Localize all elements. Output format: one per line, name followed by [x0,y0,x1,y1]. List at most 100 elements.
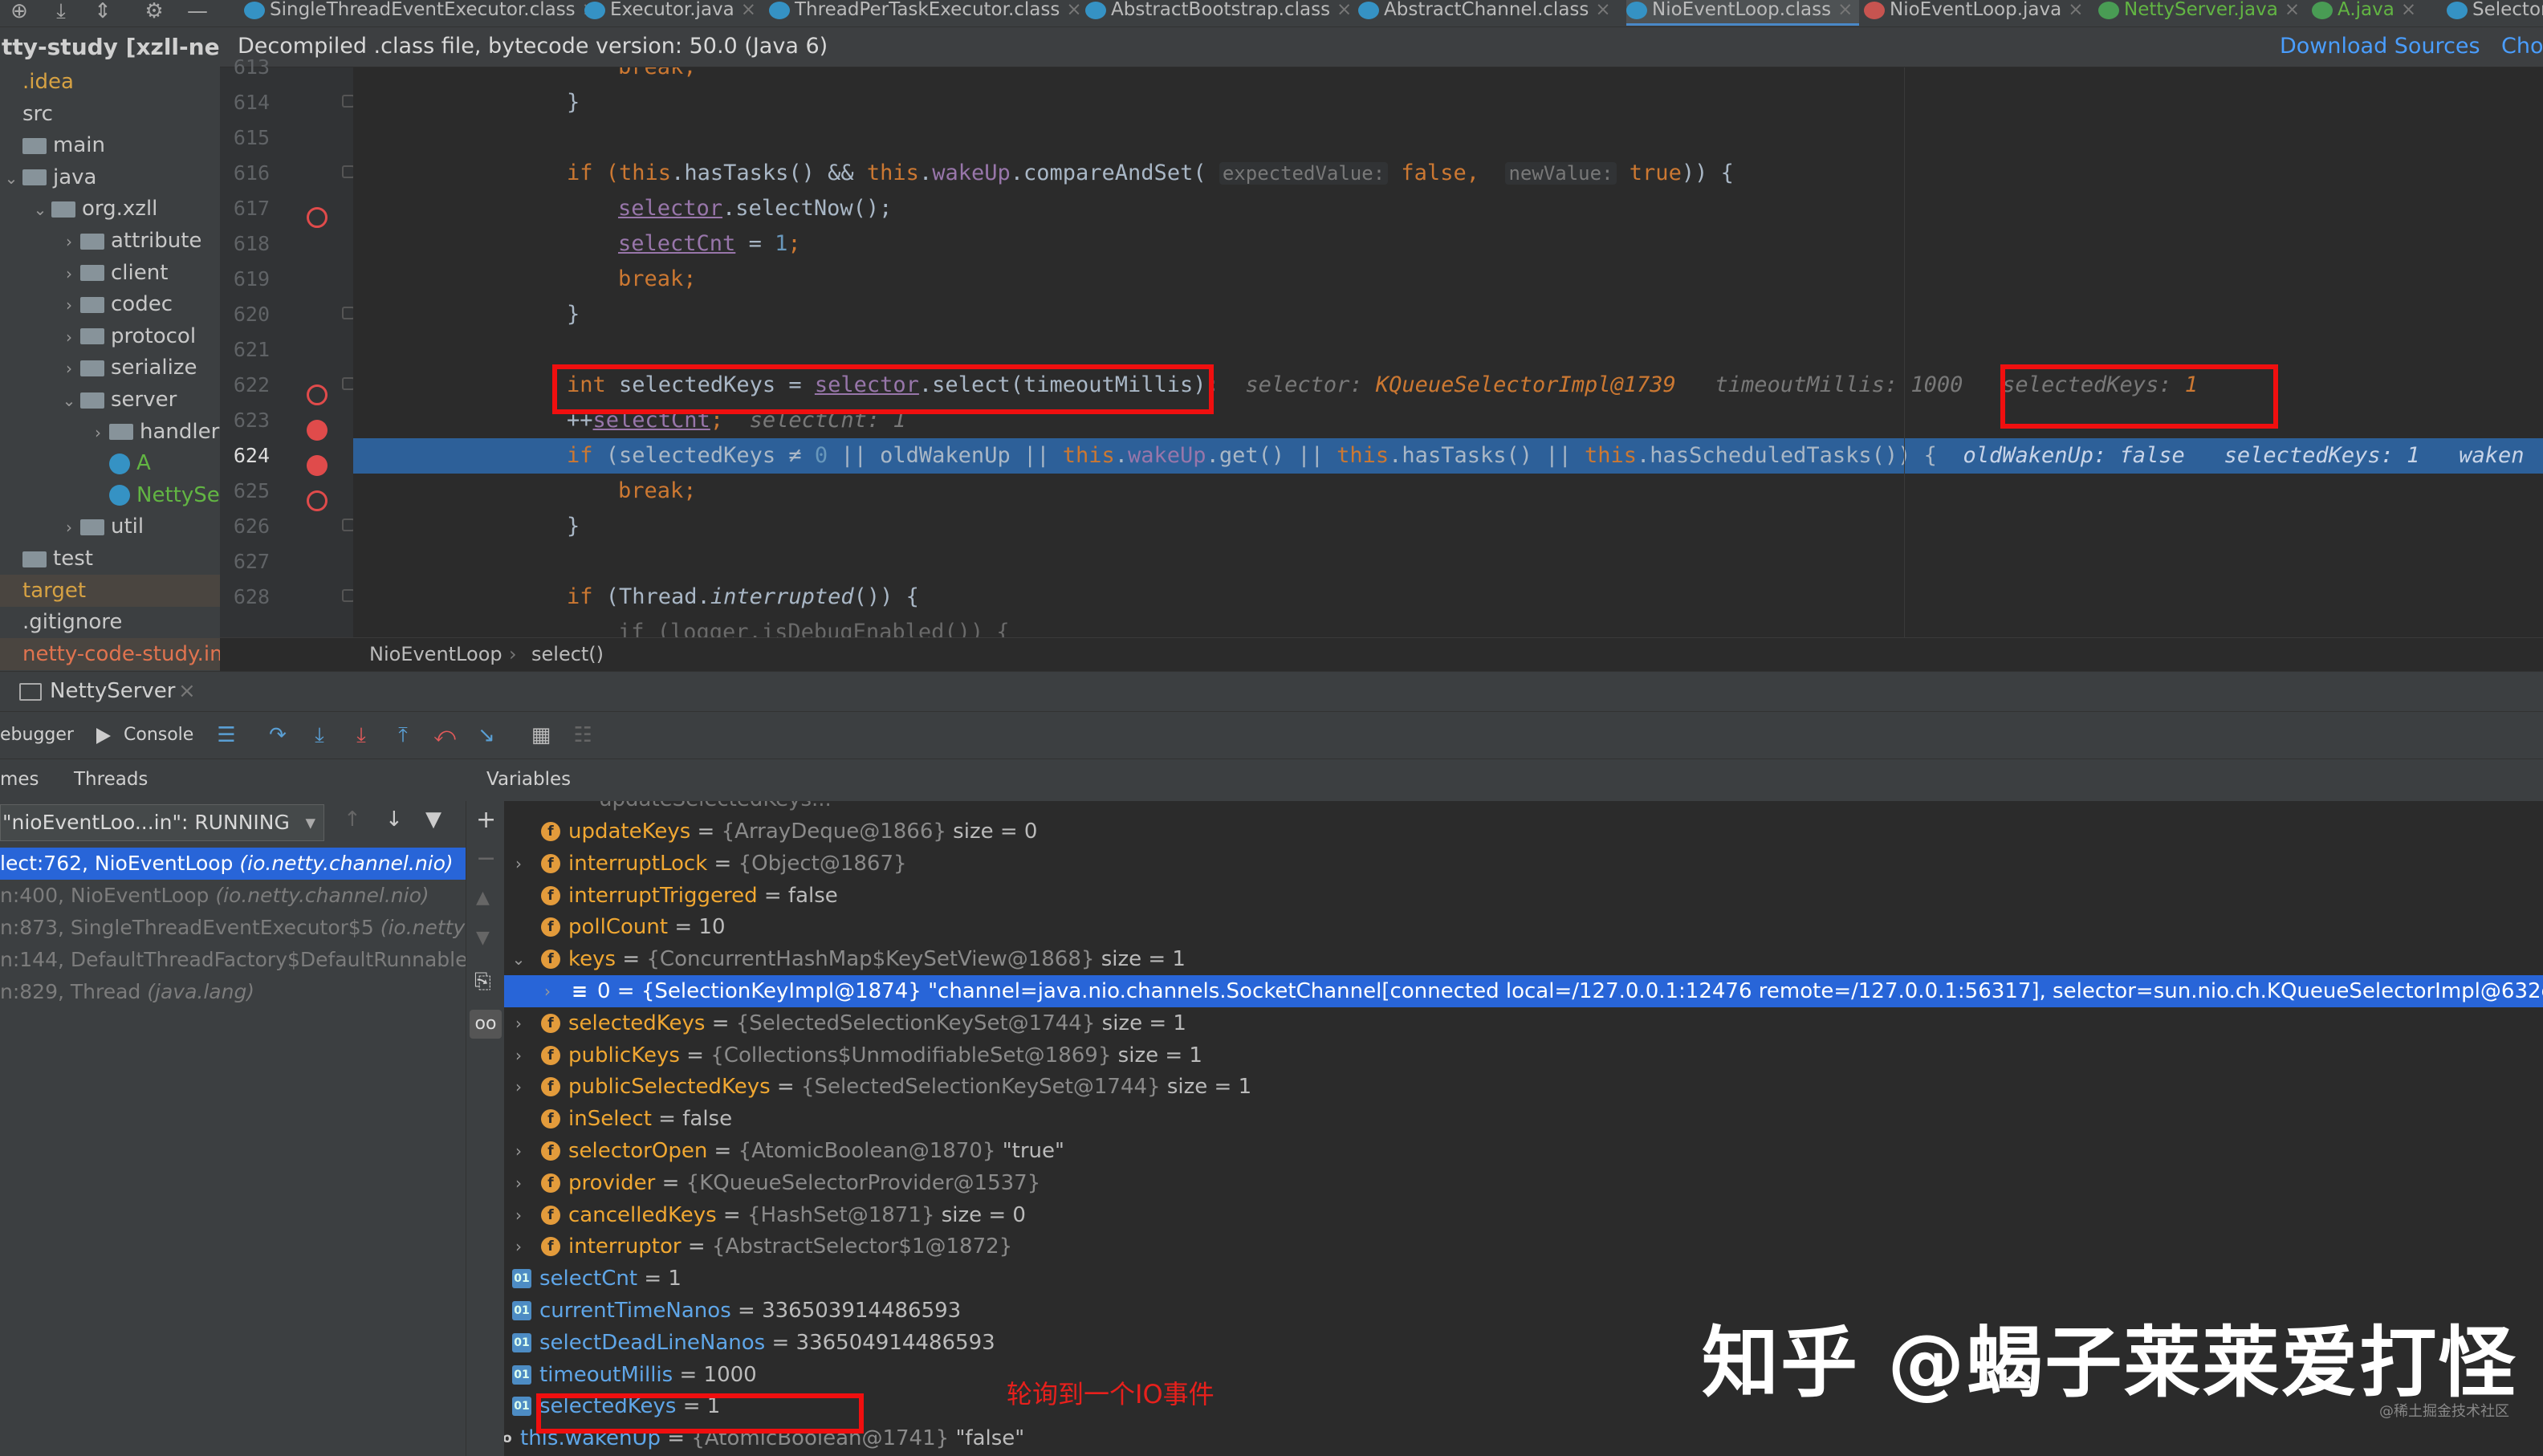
editor-tab[interactable]: ThreadPerTaskExecutor.class × [769,0,1082,26]
arrow-down-icon[interactable]: ↓ [385,807,403,832]
chevron-icon[interactable]: › [58,226,80,258]
expand-arrow-icon[interactable]: ⌄ [509,943,528,975]
breakpoint-icon[interactable] [307,384,328,405]
evaluate-expression-icon[interactable]: ▦ [528,723,554,749]
gear-icon[interactable]: ⚙ [138,0,170,26]
tree-item[interactable]: ⌄ server [0,384,220,416]
chevron-icon[interactable]: › [87,417,109,449]
close-icon[interactable]: × [1595,0,1610,20]
choose-sources-link[interactable]: Choo [2501,27,2543,66]
tree-item[interactable]: test [0,543,220,575]
variable-row[interactable]: › f publicKeys = {Collections$Unmodifiable… [504,1039,2543,1072]
variable-row[interactable]: › f publicSelectedKeys = {SelectedSelectio… [504,1071,2543,1103]
variable-row[interactable]: › f cancelledKeys = {HashSet@1871} size = … [504,1199,2543,1231]
editor-tab[interactable]: SingleThreadEventExecutor.class× [244,0,597,26]
variable-row[interactable]: f updateKeys = {ArrayDeque@1866} size = 0 [504,815,2543,848]
arrow-up-icon[interactable]: ↑ [344,807,361,832]
close-icon[interactable]: × [178,672,196,710]
expand-arrow-icon[interactable]: › [509,848,528,880]
chevron-icon[interactable]: › [58,289,80,321]
tab-variables[interactable]: Variables [486,769,571,790]
thread-select[interactable]: "nioEventLoo...in": RUNNING ▾ [0,804,324,841]
collapse-icon[interactable]: ⇕ [87,0,119,26]
tree-item[interactable]: main [0,129,220,161]
tree-item[interactable]: A [0,447,220,479]
project-tree[interactable]: .idea src main ⌄ java ⌄ org.xzll › attribute › cli… [0,67,220,671]
tree-item[interactable]: › client [0,257,220,289]
editor-tab[interactable]: NioEventLoop.java × [1864,0,2084,26]
run-to-cursor-icon[interactable]: ↘ [474,723,499,749]
editor-tab[interactable]: Selector [2447,0,2543,26]
tab-threads[interactable]: Threads [74,759,148,799]
close-icon[interactable]: × [741,0,756,20]
chevron-icon[interactable]: › [58,258,80,290]
tree-item[interactable]: src [0,98,220,130]
breadcrumb-class[interactable]: NioEventLoop [369,638,502,670]
tree-item[interactable]: › handler [0,416,220,448]
variable-row[interactable]: › f provider = {KQueueSelectorProvider@153… [504,1167,2543,1199]
tree-item[interactable]: ⌄ org.xzll [0,193,220,225]
close-icon[interactable]: × [2285,0,2300,20]
editor-tab[interactable]: NettyServer.java × [2098,0,2300,26]
breakpoint-icon[interactable] [307,490,328,511]
chevron-icon[interactable]: ⌄ [0,162,22,194]
tab-debugger[interactable]: ebugger [0,712,74,759]
move-up-icon[interactable]: ▲ [476,888,490,908]
breakpoint-icon[interactable] [307,207,328,228]
tree-item[interactable]: netty-code-study.iml [0,637,220,670]
tree-item[interactable]: › util [0,510,220,543]
close-icon[interactable]: × [1066,0,1081,20]
variable-row[interactable]: › f selectedKeys = {SelectedSelectionKeySe… [504,1007,2543,1039]
code-editor[interactable]: break; } if (this.hasTasks() && this.wak… [353,67,2543,637]
editor-tab[interactable]: A.java × [2312,0,2416,26]
stack-frame[interactable]: n:144, DefaultThreadFactory$DefaultRunna… [0,944,466,976]
expand-arrow-icon[interactable]: › [509,1167,528,1199]
expand-arrow-icon[interactable]: › [538,975,557,1007]
variable-row[interactable]: › ≡ 0 = {SelectionKeyImpl@1874} "channel=j… [504,975,2543,1007]
tab-frames[interactable]: mes [0,759,39,799]
frames-menu-icon[interactable]: ☰ [214,723,239,749]
settings-icon[interactable]: ⊕ [3,0,35,26]
move-down-icon[interactable]: ▼ [476,928,490,948]
add-watch-icon[interactable]: + [476,806,496,834]
close-icon[interactable]: × [2068,0,2083,20]
close-icon[interactable]: × [1337,0,1352,20]
remove-watch-icon[interactable]: − [476,844,496,872]
chevron-icon[interactable]: ⌄ [58,384,80,417]
variable-row[interactable]: f pollCount = 10 [504,911,2543,943]
breakpoint-active-icon[interactable] [307,455,328,476]
close-icon[interactable]: × [1837,0,1853,20]
variable-row[interactable]: 01 selectCnt = 1 [504,1263,2543,1295]
force-step-into-icon[interactable]: ⤓ [348,723,374,749]
editor-tab[interactable]: NioEventLoop.class × [1626,0,1860,26]
editor-tab[interactable]: Executor.java × [584,0,756,26]
glasses-icon[interactable]: oo [470,1010,502,1039]
filter-icon[interactable]: ▼ [425,807,441,832]
chevron-icon[interactable]: ⌄ [29,193,51,226]
variable-row[interactable]: f interruptTriggered = false [504,880,2543,912]
editor-tab[interactable]: AbstractBootstrap.class × [1085,0,1352,26]
expand-arrow-icon[interactable]: › [509,1039,528,1072]
stack-frame[interactable]: n:829, Thread (java.lang) [0,976,466,1008]
tree-item[interactable]: › codec [0,288,220,320]
download-sources-link[interactable]: Download Sources [2280,27,2480,66]
tree-item[interactable]: ⌄ java [0,161,220,193]
breakpoint-active-icon[interactable] [307,420,328,441]
stack-frame[interactable]: lect:762, NioEventLoop (io.netty.channel… [0,848,466,880]
expand-arrow-icon[interactable]: › [509,1135,528,1167]
editor-gutter[interactable]: 613 614 615 616 617 618 619 620 621 622 623 624 625 6… [220,55,355,637]
expand-arrow-icon[interactable]: › [509,1071,528,1103]
minimize-icon[interactable]: — [181,0,214,26]
step-into-icon[interactable]: ⤓ [307,723,332,749]
tree-item[interactable]: › attribute [0,225,220,257]
chevron-icon[interactable]: › [58,511,80,543]
stack-frame[interactable]: n:873, SingleThreadEventExecutor$5 (io.n… [0,912,466,944]
tree-item[interactable]: .idea [0,67,220,98]
variable-row[interactable]: ⌄ f keys = {ConcurrentHashMap$KeySetView@1… [504,943,2543,975]
download-icon[interactable]: ⤓ [45,0,77,26]
breadcrumb[interactable]: NioEventLoop › select() [220,637,2543,671]
variable-row[interactable]: › f selectorOpen = {AtomicBoolean@1870} "t… [504,1135,2543,1167]
trace-icon[interactable]: ☷ [570,723,596,749]
chevron-icon[interactable]: › [58,321,80,353]
variable-row[interactable]: › f interruptLock = {Object@1867} [504,848,2543,880]
